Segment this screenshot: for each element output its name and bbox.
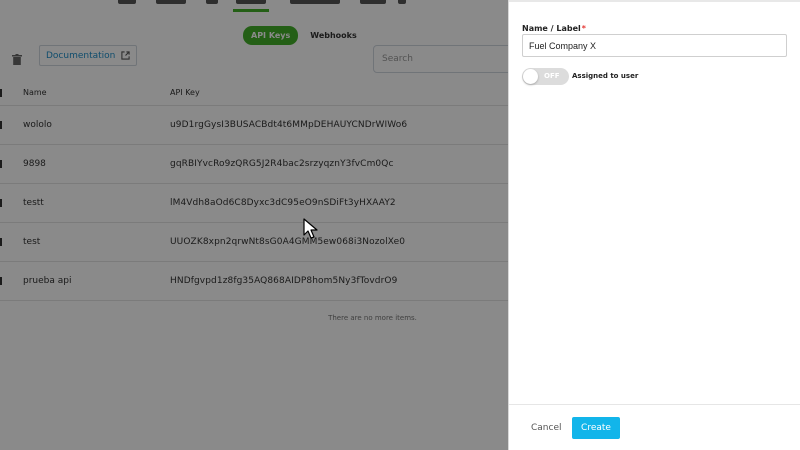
row-checkbox[interactable] (0, 121, 2, 129)
row-checkbox[interactable] (0, 238, 2, 246)
external-link-icon (121, 51, 131, 60)
row-name: prueba api (23, 276, 72, 286)
column-header-name: Name (23, 88, 47, 97)
table-row[interactable]: 9898 gqRBIYvcRo9zQRG5J2R4bac2srzyqznY3fv… (0, 145, 520, 184)
table-row[interactable]: wololo u9D1rgGysI3BUSACBdt4t6MMpDEHAUYCN… (0, 106, 520, 145)
name-field-label: Name / Label* (522, 24, 586, 33)
row-checkbox[interactable] (0, 160, 2, 168)
table-row[interactable]: testt lM4Vdh8aOd6C8Dyxc3dC95eO9nSDiFt3yH… (0, 184, 520, 223)
row-checkbox[interactable] (0, 277, 2, 285)
row-api-key: lM4Vdh8aOd6C8Dyxc3dC95eO9nSDiFt3yHXAAY2 (170, 198, 396, 208)
toggle-knob (523, 69, 538, 84)
row-name: test (23, 237, 41, 247)
row-api-key: u9D1rgGysI3BUSACBdt4t6MMpDEHAUYCNDrWIWo6 (170, 120, 408, 130)
api-keys-table-body: wololo u9D1rgGysI3BUSACBdt4t6MMpDEHAUYCN… (0, 106, 520, 301)
cancel-button[interactable]: Cancel (523, 417, 570, 439)
trash-icon[interactable] (12, 50, 22, 65)
drawer-footer: Cancel Create (509, 404, 800, 450)
toggle-state-text: OFF (544, 72, 560, 80)
tab-webhooks[interactable]: Webhooks (302, 26, 365, 45)
row-name: wololo (23, 120, 52, 130)
table-row[interactable]: prueba api HNDfgvpd1z8fg35AQ868AIDP8hom5… (0, 262, 520, 301)
create-api-key-drawer: Name / Label* OFF Assigned to user Cance… (508, 0, 800, 450)
table-header: Name API Key (0, 80, 520, 106)
create-button[interactable]: Create (572, 417, 620, 439)
row-api-key: UUOZK8xpn2qrwNt8sG0A4GMM5ew068i3NozolXe0 (170, 237, 406, 247)
documentation-button[interactable]: Documentation (39, 45, 138, 66)
search-input[interactable] (373, 45, 523, 73)
name-label-input[interactable] (522, 34, 787, 57)
row-checkbox[interactable] (0, 199, 2, 207)
row-name: testt (23, 198, 44, 208)
tab-api-keys[interactable]: API Keys (243, 26, 299, 45)
assigned-to-user-toggle[interactable]: OFF (522, 68, 569, 85)
row-name: 9898 (23, 159, 46, 169)
select-all-checkbox[interactable] (0, 89, 2, 97)
column-header-api-key: API Key (170, 88, 200, 97)
documentation-label: Documentation (46, 50, 116, 61)
tab-bar: API Keys Webhooks (243, 26, 365, 45)
required-asterisk: * (581, 24, 586, 33)
assigned-to-user-label: Assigned to user (572, 72, 639, 80)
row-api-key: gqRBIYvcRo9zQRG5J2R4bac2srzyqznY3fvCm0Qc (170, 159, 394, 169)
top-nav-partial (0, 0, 508, 12)
table-row[interactable]: test UUOZK8xpn2qrwNt8sG0A4GMM5ew068i3Noz… (0, 223, 520, 262)
row-api-key: HNDfgvpd1z8fg35AQ868AIDP8hom5Ny3fTovdrO9 (170, 276, 398, 286)
active-nav-indicator (233, 9, 269, 12)
